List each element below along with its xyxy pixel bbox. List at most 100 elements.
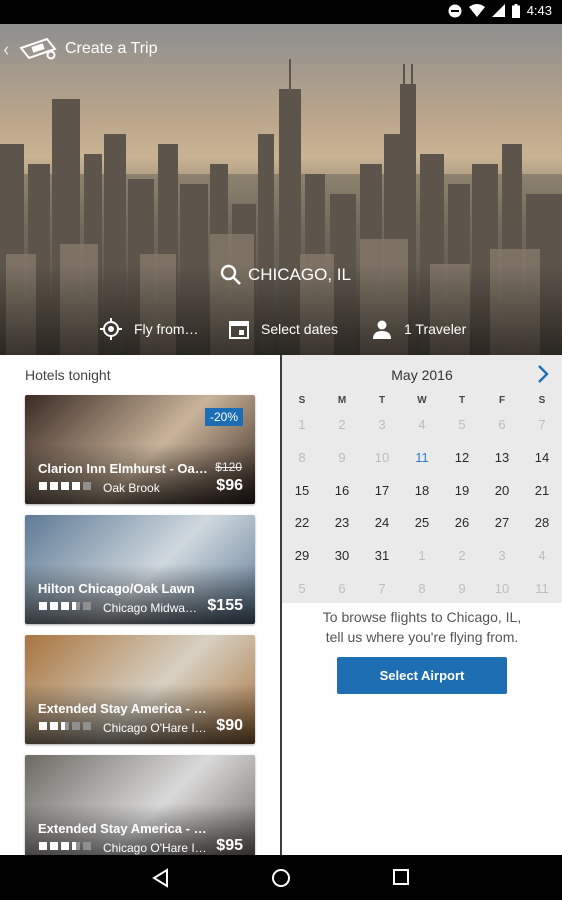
star-icon — [50, 722, 58, 730]
calendar-day: 6 — [498, 417, 506, 432]
destination-search[interactable]: CHICAGO, IL — [220, 264, 351, 286]
flight-browse-message: To browse flights to Chicago, IL, tell u… — [282, 607, 562, 647]
hotel-star-rating — [39, 842, 91, 850]
trip-quick-bar: Fly from… Select dates 1 Traveler — [0, 314, 562, 344]
destination-label: CHICAGO, IL — [248, 265, 351, 284]
status-icons: 4:43 — [448, 3, 552, 18]
calendar-day[interactable]: 20 — [482, 483, 522, 498]
hotel-card[interactable]: Hilton Chicago/Oak Lawn Chicago Midwa… $15… — [25, 515, 255, 624]
star-icon — [61, 602, 69, 610]
star-icon — [72, 602, 80, 610]
calendar-day[interactable]: 30 — [322, 548, 362, 563]
star-icon — [72, 482, 80, 490]
flight-message-line-2: tell us where you're flying from. — [325, 629, 519, 645]
hotel-name: Clarion Inn Elmhurst - Oak… — [38, 461, 213, 476]
battery-icon — [511, 3, 520, 18]
calendar-day: 7 — [378, 581, 386, 596]
calendar-day[interactable]: 22 — [282, 515, 322, 530]
calendar-day[interactable]: 13 — [482, 450, 522, 465]
hotel-card[interactable]: Extended Stay America - … Chicago O'Hare … — [25, 635, 255, 744]
weekday-label: T — [458, 395, 466, 406]
calendar-day: 1 — [418, 548, 426, 563]
weekday-label: T — [378, 395, 386, 406]
star-icon — [50, 842, 58, 850]
calendar-day[interactable]: 21 — [522, 483, 562, 498]
calendar-day: 4 — [538, 548, 546, 563]
calendar-icon — [229, 321, 249, 339]
calendar-day[interactable]: 23 — [322, 515, 362, 530]
calendar-day[interactable]: 26 — [442, 515, 482, 530]
hotel-name: Hilton Chicago/Oak Lawn — [38, 581, 195, 596]
flight-message-line-1: To browse flights to Chicago, IL, — [322, 609, 522, 625]
nav-back-icon[interactable] — [150, 867, 172, 889]
star-icon — [83, 842, 91, 850]
next-month-chevron-icon[interactable] — [536, 363, 550, 385]
star-icon — [83, 602, 91, 610]
weekday-header: SMTWTFS — [282, 395, 562, 409]
hotel-star-rating — [39, 482, 91, 490]
star-icon — [72, 722, 80, 730]
fly-from-button[interactable]: Fly from… — [100, 314, 199, 344]
star-icon — [50, 482, 58, 490]
calendar-day: 4 — [418, 417, 426, 432]
calendar-day: 5 — [298, 581, 306, 596]
calendar-day: 3 — [498, 548, 506, 563]
fly-from-label: Fly from… — [134, 321, 199, 337]
hotel-card[interactable]: -20% $120 Clarion Inn Elmhurst - Oak… Oak B… — [25, 395, 255, 504]
calendar-day: 11 — [535, 581, 549, 596]
weekday-label: S — [538, 395, 546, 406]
calendar-day: 2 — [338, 417, 346, 432]
hotel-star-rating — [39, 602, 91, 610]
select-dates-button[interactable]: Select dates — [229, 314, 338, 344]
calendar-day[interactable]: 16 — [322, 483, 362, 498]
star-icon — [83, 722, 91, 730]
calendar-day[interactable]: 27 — [482, 515, 522, 530]
calendar-day: 9 — [458, 581, 466, 596]
calendar-day[interactable]: 28 — [522, 515, 562, 530]
hotel-price: $155 — [207, 597, 243, 614]
app-bar[interactable]: ‹ Create a Trip — [0, 34, 157, 64]
star-icon — [61, 722, 69, 730]
search-icon — [220, 264, 241, 285]
calendar-day[interactable]: 24 — [362, 515, 402, 530]
star-icon — [39, 602, 47, 610]
back-chevron-icon[interactable]: ‹ — [3, 37, 17, 61]
select-airport-button[interactable]: Select Airport — [337, 657, 507, 694]
hotel-location: Chicago O'Hare In… — [103, 841, 213, 855]
nav-recents-icon[interactable] — [391, 867, 411, 887]
cell-signal-icon — [491, 4, 505, 17]
calendar-day-today[interactable]: 11 — [402, 450, 442, 465]
person-icon — [373, 320, 391, 339]
calendar-day: 10 — [494, 581, 510, 596]
calendar-day[interactable]: 18 — [402, 483, 442, 498]
hotel-card[interactable]: Extended Stay America - … Chicago O'Hare … — [25, 755, 255, 855]
hotel-location: Oak Brook — [103, 481, 160, 495]
status-bar: 4:43 — [0, 0, 562, 24]
calendar-day[interactable]: 29 — [282, 548, 322, 563]
star-icon — [61, 842, 69, 850]
calendar-day[interactable]: 12 — [442, 450, 482, 465]
calendar-day[interactable]: 31 — [362, 548, 402, 563]
hotel-name: Extended Stay America - … — [38, 701, 207, 716]
hotel-location: Chicago O'Hare In… — [103, 721, 213, 735]
destination-hero: ‹ Create a Trip CHICAGO, IL Fly from… Se… — [0, 24, 562, 355]
star-icon — [39, 842, 47, 850]
calendar-day[interactable]: 14 — [522, 450, 562, 465]
weekday-label: M — [337, 395, 347, 406]
calendar-day[interactable]: 19 — [442, 483, 482, 498]
hotels-pane: Hotels tonight -20% $120 Clarion Inn Elmhu… — [0, 355, 280, 855]
hotel-price: $96 — [216, 477, 243, 494]
travelers-label: 1 Traveler — [404, 321, 467, 337]
nav-home-icon[interactable] — [270, 867, 292, 889]
calendar-day[interactable]: 15 — [282, 483, 322, 498]
star-icon — [72, 842, 80, 850]
calendar-day[interactable]: 17 — [362, 483, 402, 498]
hotel-star-rating — [39, 722, 91, 730]
location-target-icon — [100, 318, 122, 340]
travelers-button[interactable]: 1 Traveler — [372, 314, 466, 344]
wifi-icon — [468, 4, 485, 17]
star-icon — [39, 482, 47, 490]
calendar-day: 3 — [378, 417, 386, 432]
star-icon — [50, 602, 58, 610]
calendar-day[interactable]: 25 — [402, 515, 442, 530]
